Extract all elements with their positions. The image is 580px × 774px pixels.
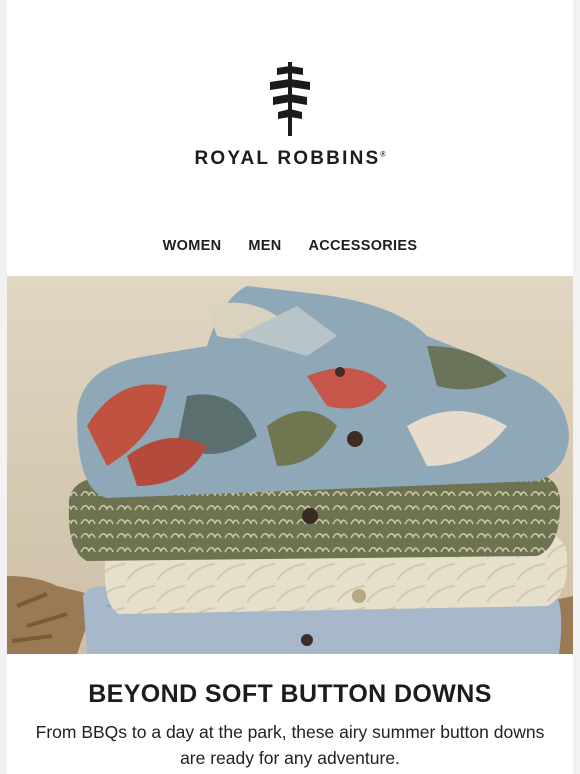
main-nav: WOMEN MEN ACCESSORIES	[7, 238, 573, 254]
nav-women-link[interactable]: WOMEN	[163, 238, 222, 254]
brand-name: ROYAL ROBBINS®	[194, 148, 386, 169]
tree-signpost-icon	[270, 62, 310, 136]
nav-accessories-link[interactable]: ACCESSORIES	[308, 238, 417, 254]
folded-button-down-shirts-photo	[7, 276, 573, 654]
body-copy: From BBQs to a day at the park, these ai…	[35, 722, 545, 768]
nav-men-link[interactable]: MEN	[248, 238, 281, 254]
hero-image[interactable]	[7, 276, 573, 654]
headline: BEYOND SOFT BUTTON DOWNS	[88, 680, 492, 708]
email-page: ROYAL ROBBINS® WOMEN MEN ACCESSORIES BEY…	[7, 0, 573, 774]
brand-logo[interactable]: ROYAL ROBBINS®	[7, 62, 573, 170]
